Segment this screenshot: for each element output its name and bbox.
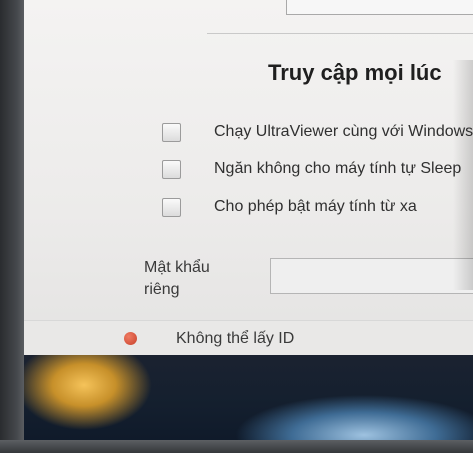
checkbox-wake-remote[interactable]: [162, 197, 181, 217]
status-indicator-icon: [124, 332, 137, 345]
section-divider: [207, 33, 473, 34]
option-prevent-sleep[interactable]: Ngăn không cho máy tính tự Sleep: [162, 157, 461, 181]
settings-window: Truy cập mọi lúc Chạy UltraViewer cùng v…: [24, 0, 473, 355]
option-label: Ngăn không cho máy tính tự Sleep: [214, 160, 462, 177]
password-label-line2: riêng: [144, 281, 180, 298]
desktop-wallpaper: [24, 355, 473, 440]
option-label: Chạy UltraViewer cùng với Windows: [214, 123, 473, 140]
monitor-bezel-bottom: [0, 440, 473, 453]
status-text: Không thể lấy ID: [176, 330, 295, 347]
option-wake-remote[interactable]: Cho phép bật máy tính từ xa: [162, 195, 417, 219]
option-label: Cho phép bật máy tính từ xa: [214, 198, 417, 215]
section-title: Truy cập mọi lúc: [268, 60, 442, 85]
screen-glare: [453, 60, 473, 290]
password-input[interactable]: [270, 258, 473, 294]
checkbox-run-with-windows[interactable]: [162, 122, 181, 142]
password-label: Mật khẩu riêng: [144, 257, 210, 301]
monitor-bezel-left: [0, 0, 24, 453]
password-label-line1: Mật khẩu: [144, 259, 210, 276]
status-bar: Không thể lấy ID: [24, 320, 473, 355]
checkbox-prevent-sleep[interactable]: [162, 159, 181, 179]
option-run-with-windows[interactable]: Chạy UltraViewer cùng với Windows: [162, 120, 473, 144]
top-input-field[interactable]: [286, 0, 473, 15]
